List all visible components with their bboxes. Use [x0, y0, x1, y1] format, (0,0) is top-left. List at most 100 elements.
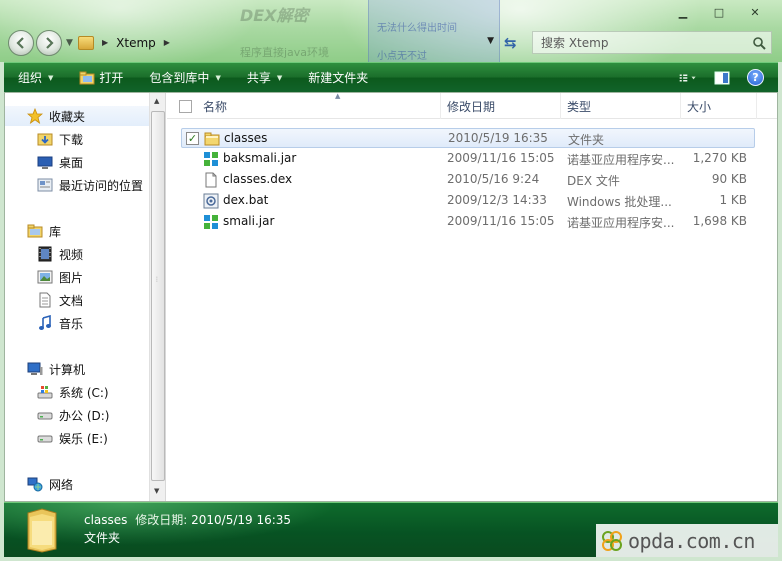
- sidebar-item-pictures[interactable]: 图片: [5, 267, 149, 287]
- file-size: 90 KB: [711, 172, 747, 186]
- chevron-down-icon: ▼: [48, 73, 54, 82]
- address-folder-icon: [78, 35, 94, 50]
- sidebar-item-label: 娱乐 (E:): [59, 431, 108, 446]
- search-box[interactable]: [532, 31, 772, 54]
- sidebar-item-documents[interactable]: 文档: [5, 290, 149, 310]
- sidebar-item-music[interactable]: 音乐: [5, 313, 149, 333]
- file-size: 1 KB: [719, 193, 747, 207]
- search-icon[interactable]: [747, 33, 771, 53]
- breadcrumb-xtemp[interactable]: Xtemp: [116, 36, 156, 50]
- scroll-down-icon[interactable]: ▼: [154, 487, 159, 495]
- scrollbar-grip-icon: ⋮: [154, 276, 160, 283]
- file-type: Windows 批处理...: [567, 195, 672, 209]
- sidebar-item-libraries[interactable]: 库: [5, 221, 149, 241]
- share-button[interactable]: 共享 ▼: [247, 69, 282, 86]
- file-row[interactable]: smali.jar 2009/11/16 15:05 诺基亚应用程序安... 1…: [181, 212, 755, 232]
- recent-places-icon: [37, 177, 53, 193]
- command-toolbar: 组织 ▼ 打开 包含到库中 ▼ 共享 ▼ 新建文件夹 ?: [4, 62, 778, 92]
- file-size: 1,270 KB: [692, 151, 747, 165]
- breadcrumb-separator-icon[interactable]: ▶: [164, 38, 170, 47]
- file-name: classes: [224, 131, 268, 145]
- row-checkbox[interactable]: ✓: [186, 132, 199, 145]
- sidebar-item-network[interactable]: 网络: [5, 474, 149, 494]
- sidebar-item-label: 计算机: [49, 362, 86, 377]
- music-note-icon: [37, 315, 53, 331]
- chevron-down-icon: ▼: [215, 73, 221, 82]
- forward-arrow-icon: [46, 37, 54, 49]
- sidebar-item-drive-e[interactable]: 娱乐 (E:): [5, 428, 149, 448]
- file-row[interactable]: dex.bat 2009/12/3 14:33 Windows 批处理... 1…: [181, 191, 755, 211]
- sidebar-item-recent-places[interactable]: 最近访问的位置: [5, 175, 149, 195]
- window-controls: ▁ □ ✕: [668, 4, 770, 21]
- details-modified-label: 修改日期:: [135, 513, 188, 527]
- column-header-date[interactable]: 修改日期: [441, 93, 561, 119]
- close-button[interactable]: ✕: [740, 4, 770, 21]
- address-bar[interactable]: ▶ Xtemp ▶ ▼: [78, 31, 498, 54]
- column-name-label: 名称: [203, 99, 228, 114]
- address-dropdown-icon[interactable]: ▼: [487, 36, 494, 46]
- picture-icon: [37, 269, 53, 285]
- file-row[interactable]: classes.dex 2010/5/16 9:24 DEX 文件 90 KB: [181, 170, 755, 190]
- star-icon: [27, 108, 43, 124]
- sidebar-item-drive-c[interactable]: 系统 (C:): [5, 382, 149, 402]
- back-button[interactable]: [8, 30, 34, 56]
- open-folder-icon: [79, 71, 95, 84]
- column-header-size[interactable]: 大小: [681, 93, 757, 119]
- file-type: 诺基亚应用程序安...: [567, 216, 675, 230]
- scroll-up-icon[interactable]: ▲: [154, 97, 159, 105]
- toolbar-right-controls: ?: [679, 69, 764, 86]
- sidebar-item-label: 桌面: [59, 155, 84, 170]
- file-date: 2009/11/16 15:05: [447, 151, 555, 165]
- sidebar-item-label: 音乐: [59, 316, 84, 331]
- background-ghost-title: DEX解密: [240, 6, 309, 25]
- recent-pages-dropdown-icon[interactable]: ▼: [66, 38, 73, 48]
- file-name: classes.dex: [223, 172, 293, 186]
- search-input[interactable]: [541, 35, 741, 50]
- view-options-icon[interactable]: [679, 70, 697, 86]
- sidebar-item-label: 系统 (C:): [59, 385, 109, 400]
- select-all-checkbox[interactable]: [179, 100, 192, 113]
- refresh-icon[interactable]: ⇆: [504, 34, 517, 52]
- maximize-button[interactable]: □: [704, 4, 734, 21]
- downloads-folder-icon: [37, 131, 53, 147]
- organize-button[interactable]: 组织 ▼: [18, 69, 53, 86]
- watermark-logo-icon: [602, 530, 622, 551]
- file-row[interactable]: ✓ classes 2010/5/19 16:35 文件夹: [181, 128, 755, 148]
- libraries-icon: [27, 223, 43, 239]
- file-icon: [205, 172, 217, 188]
- folder-icon: [204, 132, 220, 146]
- new-folder-button[interactable]: 新建文件夹: [308, 69, 368, 86]
- organize-label: 组织: [18, 71, 43, 85]
- sidebar-item-label: 图片: [59, 270, 84, 285]
- new-folder-label: 新建文件夹: [308, 71, 369, 85]
- sidebar-item-desktop[interactable]: 桌面: [5, 152, 149, 172]
- column-header-name[interactable]: 名称 ▲: [197, 92, 441, 119]
- sidebar-item-computer[interactable]: 计算机: [5, 359, 149, 379]
- column-date-label: 修改日期: [447, 99, 496, 114]
- column-header-type[interactable]: 类型: [561, 93, 681, 119]
- file-row[interactable]: baksmali.jar 2009/11/16 15:05 诺基亚应用程序安..…: [181, 149, 755, 169]
- minimize-button[interactable]: ▁: [668, 4, 698, 21]
- sidebar-item-favorites[interactable]: 收藏夹: [5, 106, 149, 126]
- navigation-pane-scrollbar[interactable]: ▲ ⋮ ▼: [149, 93, 166, 501]
- preview-pane-icon[interactable]: [713, 70, 731, 86]
- breadcrumb-separator-icon[interactable]: ▶: [102, 38, 108, 47]
- document-icon: [37, 292, 53, 308]
- sidebar-item-drive-d[interactable]: 办公 (D:): [5, 405, 149, 425]
- forward-button[interactable]: [36, 30, 62, 56]
- include-in-library-button[interactable]: 包含到库中 ▼: [149, 69, 220, 86]
- system-drive-icon: [37, 384, 53, 400]
- help-icon[interactable]: ?: [747, 69, 764, 86]
- file-type: 诺基亚应用程序安...: [567, 153, 675, 167]
- navigation-pane: 收藏夹 下载 桌面 最近访问的位置 库 视频 图片 文档 音乐 计算机 系统 (…: [5, 93, 149, 501]
- file-name: baksmali.jar: [223, 151, 297, 165]
- sidebar-item-videos[interactable]: 视频: [5, 244, 149, 264]
- scrollbar-thumb[interactable]: [151, 111, 165, 481]
- sidebar-item-downloads[interactable]: 下载: [5, 129, 149, 149]
- sidebar-item-label: 收藏夹: [49, 109, 86, 124]
- column-type-label: 类型: [567, 99, 592, 114]
- open-button[interactable]: 打开: [79, 69, 123, 86]
- hard-drive-icon: [37, 430, 53, 446]
- details-file-name-line: classes 修改日期: 2010/5/19 16:35: [84, 511, 291, 528]
- sidebar-item-label: 视频: [59, 247, 84, 262]
